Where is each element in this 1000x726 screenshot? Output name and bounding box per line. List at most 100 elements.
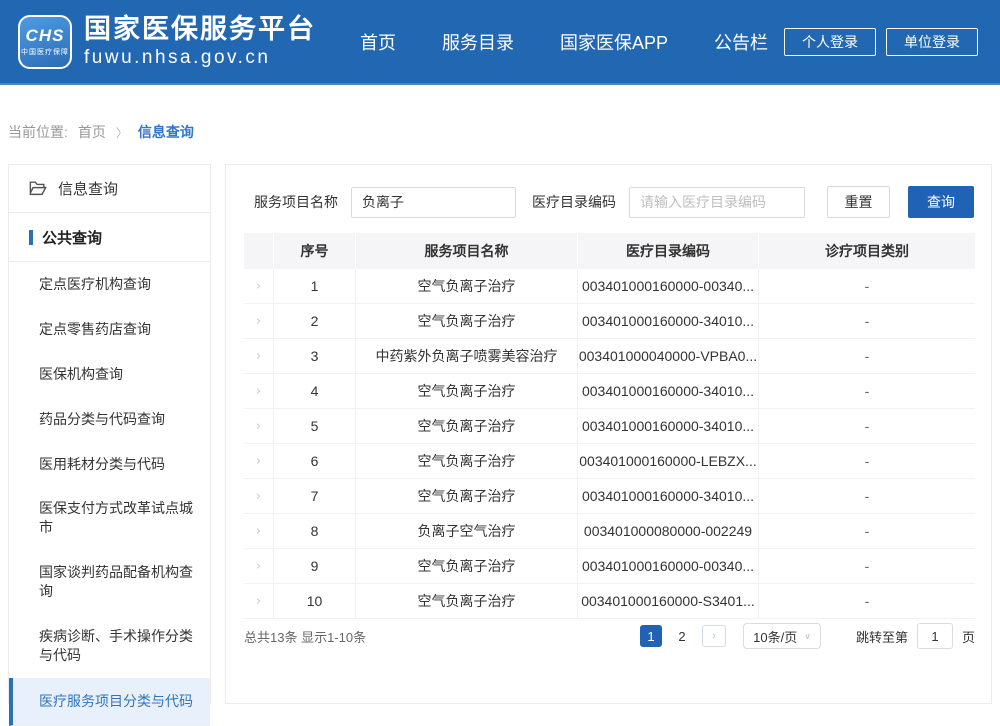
search-form: 服务项目名称 医疗目录编码 重置 查询 bbox=[226, 165, 991, 218]
table-row: ›3中药紫外负离子喷雾美容治疗003401000040000-VPBA0...- bbox=[244, 339, 975, 374]
category-cell: - bbox=[759, 269, 975, 303]
chevron-right-icon[interactable]: › bbox=[256, 384, 261, 399]
sidebar-section-label: 公共查询 bbox=[42, 227, 102, 248]
sidebar: 信息查询 公共查询 定点医疗机构查询定点零售药店查询医保机构查询药品分类与代码查… bbox=[8, 164, 211, 704]
sidebar-section-public-query: 公共查询 bbox=[9, 213, 210, 262]
expand-cell: › bbox=[244, 479, 274, 513]
jump-to-page: 跳转至第 页 bbox=[856, 623, 975, 649]
query-button[interactable]: 查询 bbox=[908, 186, 974, 218]
service-name-cell: 空气负离子治疗 bbox=[356, 304, 578, 338]
sidebar-item[interactable]: 定点零售药店查询 bbox=[9, 307, 210, 352]
table-row: ›9空气负离子治疗003401000160000-00340...- bbox=[244, 549, 975, 584]
row-number-cell: 10 bbox=[274, 584, 356, 618]
jump-page-input[interactable] bbox=[917, 623, 953, 649]
category-cell: - bbox=[759, 514, 975, 548]
chevron-right-icon[interactable]: › bbox=[256, 454, 261, 469]
next-page-button[interactable]: › bbox=[702, 625, 726, 647]
personal-login-button[interactable]: 个人登录 bbox=[784, 28, 876, 56]
sidebar-item[interactable]: 药品分类与代码查询 bbox=[9, 397, 210, 442]
sidebar-item[interactable]: 医疗服务项目分类与代码 bbox=[9, 678, 210, 726]
results-table: 序号服务项目名称医疗目录编码诊疗项目类别 ›1空气负离子治疗0034010001… bbox=[244, 233, 975, 619]
expand-cell: › bbox=[244, 269, 274, 303]
sidebar-item[interactable]: 医保机构查询 bbox=[9, 352, 210, 397]
sidebar-item[interactable]: 定点医疗机构查询 bbox=[9, 262, 210, 307]
main-panel: 服务项目名称 医疗目录编码 重置 查询 序号服务项目名称医疗目录编码诊疗项目类别… bbox=[225, 164, 992, 704]
table-row: ›4空气负离子治疗003401000160000-34010...- bbox=[244, 374, 975, 409]
row-number-cell: 8 bbox=[274, 514, 356, 548]
breadcrumb-current[interactable]: 信息查询 bbox=[138, 122, 194, 142]
nav-item[interactable]: 公告栏 bbox=[714, 29, 768, 55]
expand-cell: › bbox=[244, 374, 274, 408]
expand-cell: › bbox=[244, 339, 274, 373]
chevron-right-icon[interactable]: › bbox=[256, 489, 261, 504]
login-buttons: 个人登录单位登录 bbox=[784, 28, 978, 56]
row-number-cell: 4 bbox=[274, 374, 356, 408]
category-cell: - bbox=[759, 549, 975, 583]
chevron-right-icon[interactable]: › bbox=[256, 559, 261, 574]
page-number-button[interactable]: 2 bbox=[671, 625, 693, 647]
catalog-code-cell: 003401000160000-00340... bbox=[578, 269, 759, 303]
page-number-button[interactable]: 1 bbox=[640, 625, 662, 647]
row-number-cell: 3 bbox=[274, 339, 356, 373]
expand-cell: › bbox=[244, 584, 274, 618]
site-url: fuwu.nhsa.gov.cn bbox=[84, 47, 316, 69]
row-number-cell: 6 bbox=[274, 444, 356, 478]
reset-button[interactable]: 重置 bbox=[827, 186, 890, 218]
catalog-code-cell: 003401000160000-34010... bbox=[578, 304, 759, 338]
service-name-input[interactable] bbox=[351, 187, 516, 218]
breadcrumb-separator: 〉 bbox=[116, 124, 128, 141]
page-size-select[interactable]: 10条/页 ∨ bbox=[743, 623, 821, 649]
row-number-cell: 1 bbox=[274, 269, 356, 303]
folder-icon bbox=[29, 181, 47, 196]
breadcrumb: 当前位置: 首页 〉 信息查询 bbox=[8, 122, 194, 142]
sidebar-item[interactable]: 医用耗材分类与代码 bbox=[9, 442, 210, 487]
catalog-code-input[interactable] bbox=[629, 187, 805, 218]
nav-item[interactable]: 国家医保APP bbox=[560, 29, 668, 55]
column-header: 序号 bbox=[274, 233, 356, 269]
category-cell: - bbox=[759, 409, 975, 443]
service-name-label: 服务项目名称 bbox=[254, 192, 338, 212]
service-name-cell: 空气负离子治疗 bbox=[356, 374, 578, 408]
sidebar-title[interactable]: 信息查询 bbox=[9, 165, 210, 213]
chevron-right-icon[interactable]: › bbox=[256, 419, 261, 434]
row-number-cell: 2 bbox=[274, 304, 356, 338]
nav-item[interactable]: 首页 bbox=[360, 29, 396, 55]
table-row: ›6空气负离子治疗003401000160000-LEBZX...- bbox=[244, 444, 975, 479]
table-row: ›1空气负离子治疗003401000160000-00340...- bbox=[244, 269, 975, 304]
chevron-right-icon[interactable]: › bbox=[256, 279, 261, 294]
chevron-right-icon[interactable]: › bbox=[256, 349, 261, 364]
service-name-cell: 空气负离子治疗 bbox=[356, 549, 578, 583]
table-row: ›10空气负离子治疗003401000160000-S3401...- bbox=[244, 584, 975, 619]
main-nav: 首页 服务目录 国家医保APP 公告栏 bbox=[360, 29, 768, 55]
nav-item[interactable]: 服务目录 bbox=[442, 29, 514, 55]
sidebar-item[interactable]: 医保支付方式改革试点城市 bbox=[9, 486, 210, 550]
chevron-down-icon: ∨ bbox=[804, 631, 811, 642]
table-row: ›5空气负离子治疗003401000160000-34010...- bbox=[244, 409, 975, 444]
category-cell: - bbox=[759, 304, 975, 338]
unit-login-button[interactable]: 单位登录 bbox=[886, 28, 978, 56]
catalog-code-cell: 003401000160000-LEBZX... bbox=[578, 444, 759, 478]
table-row: ›7空气负离子治疗003401000160000-34010...- bbox=[244, 479, 975, 514]
service-name-cell: 空气负离子治疗 bbox=[356, 409, 578, 443]
chs-logo[interactable]: CHS 中国医疗保障 bbox=[18, 15, 72, 69]
site-title: 国家医保服务平台 bbox=[84, 14, 316, 45]
sidebar-item[interactable]: 国家谈判药品配备机构查询 bbox=[9, 550, 210, 614]
column-header: 服务项目名称 bbox=[356, 233, 578, 269]
chevron-right-icon[interactable]: › bbox=[256, 594, 261, 609]
category-cell: - bbox=[759, 444, 975, 478]
total-count-text: 总共13条 显示1-10条 bbox=[244, 627, 366, 646]
breadcrumb-home-link[interactable]: 首页 bbox=[78, 122, 106, 142]
sidebar-item[interactable]: 疾病诊断、手术操作分类与代码 bbox=[9, 614, 210, 678]
catalog-code-cell: 003401000080000-002249 bbox=[578, 514, 759, 548]
catalog-code-cell: 003401000160000-S3401... bbox=[578, 584, 759, 618]
chevron-right-icon[interactable]: › bbox=[256, 314, 261, 329]
table-footer: 总共13条 显示1-10条 12 › 10条/页 ∨ 跳转至第 页 bbox=[244, 619, 975, 653]
chs-logo-subtext: 中国医疗保障 bbox=[21, 47, 69, 57]
row-number-cell: 9 bbox=[274, 549, 356, 583]
sidebar-item-list: 定点医疗机构查询定点零售药店查询医保机构查询药品分类与代码查询医用耗材分类与代码… bbox=[9, 262, 210, 726]
expand-cell: › bbox=[244, 549, 274, 583]
expand-cell: › bbox=[244, 409, 274, 443]
chevron-right-icon[interactable]: › bbox=[256, 524, 261, 539]
jump-suffix-label: 页 bbox=[962, 627, 975, 646]
site-identity: 国家医保服务平台 fuwu.nhsa.gov.cn bbox=[84, 14, 316, 69]
